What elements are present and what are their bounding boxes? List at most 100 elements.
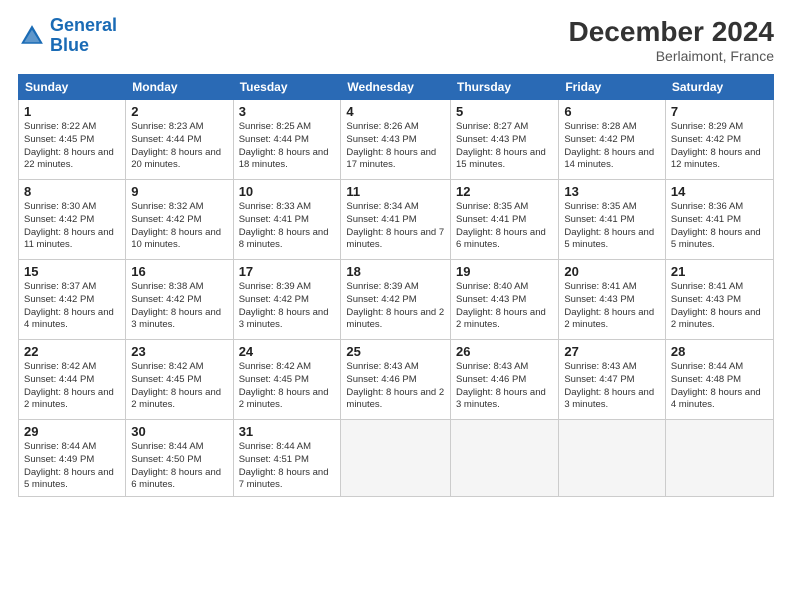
day-info: Sunrise: 8:42 AM Sunset: 4:45 PM Dayligh…: [239, 361, 336, 412]
day-info: Sunrise: 8:38 AM Sunset: 4:42 PM Dayligh…: [131, 281, 227, 332]
day-number: 20: [564, 264, 660, 279]
day-number: 17: [239, 264, 336, 279]
table-row: 26 Sunrise: 8:43 AM Sunset: 4:46 PM Dayli…: [451, 340, 559, 420]
day-number: 27: [564, 344, 660, 359]
day-info: Sunrise: 8:43 AM Sunset: 4:46 PM Dayligh…: [456, 361, 553, 412]
header-wednesday: Wednesday: [341, 75, 451, 100]
calendar-table: Sunday Monday Tuesday Wednesday Thursday…: [18, 74, 774, 497]
table-row: 17 Sunrise: 8:39 AM Sunset: 4:42 PM Dayli…: [233, 260, 341, 340]
day-number: 2: [131, 104, 227, 119]
day-info: Sunrise: 8:43 AM Sunset: 4:46 PM Dayligh…: [346, 361, 445, 412]
day-info: Sunrise: 8:33 AM Sunset: 4:41 PM Dayligh…: [239, 201, 336, 252]
day-info: Sunrise: 8:30 AM Sunset: 4:42 PM Dayligh…: [24, 201, 120, 252]
table-row: 20 Sunrise: 8:41 AM Sunset: 4:43 PM Dayli…: [559, 260, 666, 340]
logo-text: General Blue: [50, 16, 117, 56]
day-number: 11: [346, 184, 445, 199]
day-info: Sunrise: 8:27 AM Sunset: 4:43 PM Dayligh…: [456, 121, 553, 172]
day-number: 15: [24, 264, 120, 279]
table-row: 24 Sunrise: 8:42 AM Sunset: 4:45 PM Dayli…: [233, 340, 341, 420]
day-number: 24: [239, 344, 336, 359]
table-row: 22Sunrise: 8:42 AM Sunset: 4:44 PM Dayli…: [19, 340, 126, 420]
day-number: 4: [346, 104, 445, 119]
logo-general: General: [50, 15, 117, 35]
table-row: 3 Sunrise: 8:25 AM Sunset: 4:44 PM Daylig…: [233, 100, 341, 180]
day-info: Sunrise: 8:44 AM Sunset: 4:49 PM Dayligh…: [24, 441, 120, 492]
day-number: 26: [456, 344, 553, 359]
title-block: December 2024 Berlaimont, France: [569, 16, 774, 64]
table-row: [665, 420, 773, 497]
day-info: Sunrise: 8:35 AM Sunset: 4:41 PM Dayligh…: [564, 201, 660, 252]
day-number: 12: [456, 184, 553, 199]
day-info: Sunrise: 8:39 AM Sunset: 4:42 PM Dayligh…: [239, 281, 336, 332]
day-info: Sunrise: 8:41 AM Sunset: 4:43 PM Dayligh…: [564, 281, 660, 332]
table-row: 4Sunrise: 8:26 AM Sunset: 4:43 PM Daylig…: [341, 100, 451, 180]
day-number: 29: [24, 424, 120, 439]
day-number: 13: [564, 184, 660, 199]
day-number: 28: [671, 344, 768, 359]
table-row: 6Sunrise: 8:28 AM Sunset: 4:42 PM Daylig…: [559, 100, 666, 180]
day-info: Sunrise: 8:34 AM Sunset: 4:41 PM Dayligh…: [346, 201, 445, 252]
day-number: 8: [24, 184, 120, 199]
day-info: Sunrise: 8:22 AM Sunset: 4:45 PM Dayligh…: [24, 121, 120, 172]
table-row: 30 Sunrise: 8:44 AM Sunset: 4:50 PM Dayli…: [126, 420, 233, 497]
header-sunday: Sunday: [19, 75, 126, 100]
table-row: 10Sunrise: 8:33 AM Sunset: 4:41 PM Dayli…: [233, 180, 341, 260]
day-number: 21: [671, 264, 768, 279]
table-row: 23Sunrise: 8:42 AM Sunset: 4:45 PM Dayli…: [126, 340, 233, 420]
table-row: 27 Sunrise: 8:43 AM Sunset: 4:47 PM Dayli…: [559, 340, 666, 420]
day-info: Sunrise: 8:23 AM Sunset: 4:44 PM Dayligh…: [131, 121, 227, 172]
header-saturday: Saturday: [665, 75, 773, 100]
day-info: Sunrise: 8:29 AM Sunset: 4:42 PM Dayligh…: [671, 121, 768, 172]
day-info: Sunrise: 8:43 AM Sunset: 4:47 PM Dayligh…: [564, 361, 660, 412]
day-number: 5: [456, 104, 553, 119]
table-row: 12Sunrise: 8:35 AM Sunset: 4:41 PM Dayli…: [451, 180, 559, 260]
day-number: 3: [239, 104, 336, 119]
day-number: 31: [239, 424, 336, 439]
day-number: 9: [131, 184, 227, 199]
table-row: [341, 420, 451, 497]
table-row: 15 Sunrise: 8:37 AM Sunset: 4:42 PM Dayli…: [19, 260, 126, 340]
day-number: 23: [131, 344, 227, 359]
day-info: Sunrise: 8:25 AM Sunset: 4:44 PM Dayligh…: [239, 121, 336, 172]
day-info: Sunrise: 8:32 AM Sunset: 4:42 PM Dayligh…: [131, 201, 227, 252]
table-row: 18Sunrise: 8:39 AM Sunset: 4:42 PM Dayli…: [341, 260, 451, 340]
day-number: 7: [671, 104, 768, 119]
table-row: [451, 420, 559, 497]
day-info: Sunrise: 8:41 AM Sunset: 4:43 PM Dayligh…: [671, 281, 768, 332]
header-monday: Monday: [126, 75, 233, 100]
table-row: 13 Sunrise: 8:35 AM Sunset: 4:41 PM Dayli…: [559, 180, 666, 260]
day-info: Sunrise: 8:40 AM Sunset: 4:43 PM Dayligh…: [456, 281, 553, 332]
table-row: 14 Sunrise: 8:36 AM Sunset: 4:41 PM Dayli…: [665, 180, 773, 260]
day-info: Sunrise: 8:44 AM Sunset: 4:50 PM Dayligh…: [131, 441, 227, 492]
day-number: 22: [24, 344, 120, 359]
table-row: 28 Sunrise: 8:44 AM Sunset: 4:48 PM Dayli…: [665, 340, 773, 420]
day-number: 1: [24, 104, 120, 119]
month-title: December 2024: [569, 16, 774, 48]
header: General Blue December 2024 Berlaimont, F…: [18, 16, 774, 64]
day-number: 16: [131, 264, 227, 279]
day-info: Sunrise: 8:36 AM Sunset: 4:41 PM Dayligh…: [671, 201, 768, 252]
day-number: 14: [671, 184, 768, 199]
day-number: 19: [456, 264, 553, 279]
location: Berlaimont, France: [569, 48, 774, 64]
header-tuesday: Tuesday: [233, 75, 341, 100]
header-thursday: Thursday: [451, 75, 559, 100]
table-row: 8 Sunrise: 8:30 AM Sunset: 4:42 PM Daylig…: [19, 180, 126, 260]
table-row: 29 Sunrise: 8:44 AM Sunset: 4:49 PM Dayli…: [19, 420, 126, 497]
day-info: Sunrise: 8:37 AM Sunset: 4:42 PM Dayligh…: [24, 281, 120, 332]
day-number: 25: [346, 344, 445, 359]
table-row: 9 Sunrise: 8:32 AM Sunset: 4:42 PM Daylig…: [126, 180, 233, 260]
table-row: 11 Sunrise: 8:34 AM Sunset: 4:41 PM Dayli…: [341, 180, 451, 260]
logo: General Blue: [18, 16, 117, 56]
day-info: Sunrise: 8:44 AM Sunset: 4:48 PM Dayligh…: [671, 361, 768, 412]
weekday-header-row: Sunday Monday Tuesday Wednesday Thursday…: [19, 75, 774, 100]
table-row: 31 Sunrise: 8:44 AM Sunset: 4:51 PM Dayli…: [233, 420, 341, 497]
day-number: 30: [131, 424, 227, 439]
day-info: Sunrise: 8:39 AM Sunset: 4:42 PM Dayligh…: [346, 281, 445, 332]
logo-blue: Blue: [50, 35, 89, 55]
calendar-page: General Blue December 2024 Berlaimont, F…: [0, 0, 792, 612]
table-row: 7 Sunrise: 8:29 AM Sunset: 4:42 PM Daylig…: [665, 100, 773, 180]
table-row: 25 Sunrise: 8:43 AM Sunset: 4:46 PM Dayli…: [341, 340, 451, 420]
day-info: Sunrise: 8:44 AM Sunset: 4:51 PM Dayligh…: [239, 441, 336, 492]
table-row: 5 Sunrise: 8:27 AM Sunset: 4:43 PM Daylig…: [451, 100, 559, 180]
